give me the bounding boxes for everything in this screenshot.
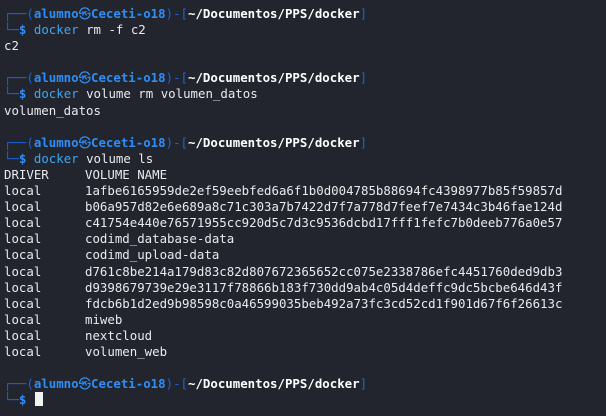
prompt-line: ┌──(alumno㉿Ceceti-o18)-[~/Documentos/PPS… bbox=[4, 134, 368, 150]
volume-name: 1afbe6165959de2ef59eebfed6a6f1b0d004785b… bbox=[85, 183, 563, 199]
text-cursor[interactable] bbox=[34, 392, 43, 407]
command-output: volumen_datos bbox=[4, 102, 101, 118]
prompt-path: ~/Documentos/PPS/docker bbox=[188, 134, 360, 150]
prompt-symbol: $ bbox=[18, 86, 27, 102]
volume-driver: local bbox=[4, 327, 42, 343]
prompt-symbol: $ bbox=[18, 392, 27, 408]
prompt-user: alumno bbox=[33, 134, 79, 150]
volume-driver: local bbox=[4, 263, 42, 279]
volume-name: c41754e440e76571955cc920d5c7d3c9536dcbd1… bbox=[85, 215, 563, 231]
table-row: local nextcloud bbox=[4, 328, 606, 344]
volume-name: b06a957d82e6e689a8c71c303a7b7422d7f7a778… bbox=[85, 199, 563, 215]
command-args: volume ls bbox=[86, 150, 154, 166]
skull-icon: ㉿ bbox=[78, 70, 91, 86]
command-name: docker bbox=[33, 22, 79, 38]
volume-driver: local bbox=[4, 279, 42, 295]
prompt-host: Ceceti-o18 bbox=[91, 376, 166, 392]
prompt-path: ~/Documentos/PPS/docker bbox=[188, 376, 360, 392]
prompt-user: alumno bbox=[33, 70, 79, 86]
table-row: local codimd_upload-data bbox=[4, 247, 606, 263]
table-row: local fdcb6b1d2ed9b98598c0a46599035beb492… bbox=[4, 296, 606, 312]
volume-driver: local bbox=[4, 343, 42, 359]
volume-driver: local bbox=[4, 183, 42, 199]
command-output: c2 bbox=[4, 38, 19, 54]
table-row: local d9398679739e29e3117f78866b183f730dd… bbox=[4, 280, 606, 296]
command-line: └─$ docker volume rm volumen_datos bbox=[4, 86, 258, 102]
prompt-symbol: $ bbox=[18, 22, 27, 38]
skull-icon: ㉿ bbox=[78, 6, 91, 21]
volume-name: codimd_upload-data bbox=[85, 247, 220, 263]
prompt-line: ┌──(alumno㉿Ceceti-o18)-[~/Documentos/PPS… bbox=[4, 70, 368, 86]
table-row: local c41754e440e76571955cc920d5c7d3c9536… bbox=[4, 215, 606, 231]
volume-table: DRIVER VOLUME NAME local 1afbe6165959de2ef… bbox=[4, 167, 606, 360]
skull-icon: ㉿ bbox=[78, 376, 91, 392]
volume-driver: local bbox=[4, 311, 42, 327]
skull-icon: ㉿ bbox=[78, 134, 91, 150]
command-name: docker bbox=[33, 150, 79, 166]
volume-driver: local bbox=[4, 295, 42, 311]
prompt-host: Ceceti-o18 bbox=[91, 6, 166, 21]
prompt-line: ┌──(alumno㉿Ceceti-o18)-[~/Documentos/PPS… bbox=[4, 6, 368, 21]
terminal-content[interactable]: ┌──(alumno㉿Ceceti-o18)-[~/Documentos/PPS… bbox=[4, 6, 606, 416]
header-driver: DRIVER bbox=[4, 166, 49, 182]
prompt-host: Ceceti-o18 bbox=[91, 134, 166, 150]
volume-name: miweb bbox=[85, 311, 123, 327]
volume-name: codimd_database-data bbox=[85, 231, 235, 247]
terminal-window[interactable]: { "prompt": { "user": "alumno", "host": … bbox=[0, 0, 606, 416]
table-row: local volumen_web bbox=[4, 344, 606, 360]
command-args: rm -f c2 bbox=[86, 22, 146, 38]
prompt-host: Ceceti-o18 bbox=[91, 70, 166, 86]
header-volume-name: VOLUME NAME bbox=[85, 166, 168, 182]
prompt-user: alumno bbox=[33, 6, 79, 21]
table-row: local miweb bbox=[4, 312, 606, 328]
active-command-line[interactable]: └─$ bbox=[4, 392, 606, 408]
command-line: └─$ docker volume ls bbox=[4, 150, 154, 166]
volume-name: d761c8be214a179d83c82d807672365652cc075e… bbox=[85, 263, 563, 279]
command-line: └─$ docker rm -f c2 bbox=[4, 22, 146, 38]
command-args: volume rm volumen_datos bbox=[86, 86, 258, 102]
command-name: docker bbox=[33, 86, 79, 102]
volume-driver: local bbox=[4, 199, 42, 215]
table-row: local b06a957d82e6e689a8c71c303a7b7422d7f… bbox=[4, 199, 606, 215]
prompt-user: alumno bbox=[33, 376, 79, 392]
volume-name: d9398679739e29e3117f78866b183f730dd9ab4c… bbox=[85, 279, 563, 295]
volume-driver: local bbox=[4, 215, 42, 231]
volume-name: nextcloud bbox=[85, 327, 153, 343]
volume-name: fdcb6b1d2ed9b98598c0a46599035beb492a73fc… bbox=[85, 295, 563, 311]
table-row: local 1afbe6165959de2ef59eebfed6a6f1b0d00… bbox=[4, 183, 606, 199]
volume-driver: local bbox=[4, 231, 42, 247]
table-row: local codimd_database-data bbox=[4, 231, 606, 247]
prompt-path: ~/Documentos/PPS/docker bbox=[188, 6, 360, 21]
prompt-line: ┌──(alumno㉿Ceceti-o18)-[~/Documentos/PPS… bbox=[4, 376, 368, 392]
volume-driver: local bbox=[4, 247, 42, 263]
table-header: DRIVER VOLUME NAME bbox=[4, 167, 606, 183]
table-row: local d761c8be214a179d83c82d807672365652c… bbox=[4, 264, 606, 280]
prompt-symbol: $ bbox=[18, 150, 27, 166]
prompt-path: ~/Documentos/PPS/docker bbox=[188, 70, 360, 86]
volume-name: volumen_web bbox=[85, 343, 168, 359]
